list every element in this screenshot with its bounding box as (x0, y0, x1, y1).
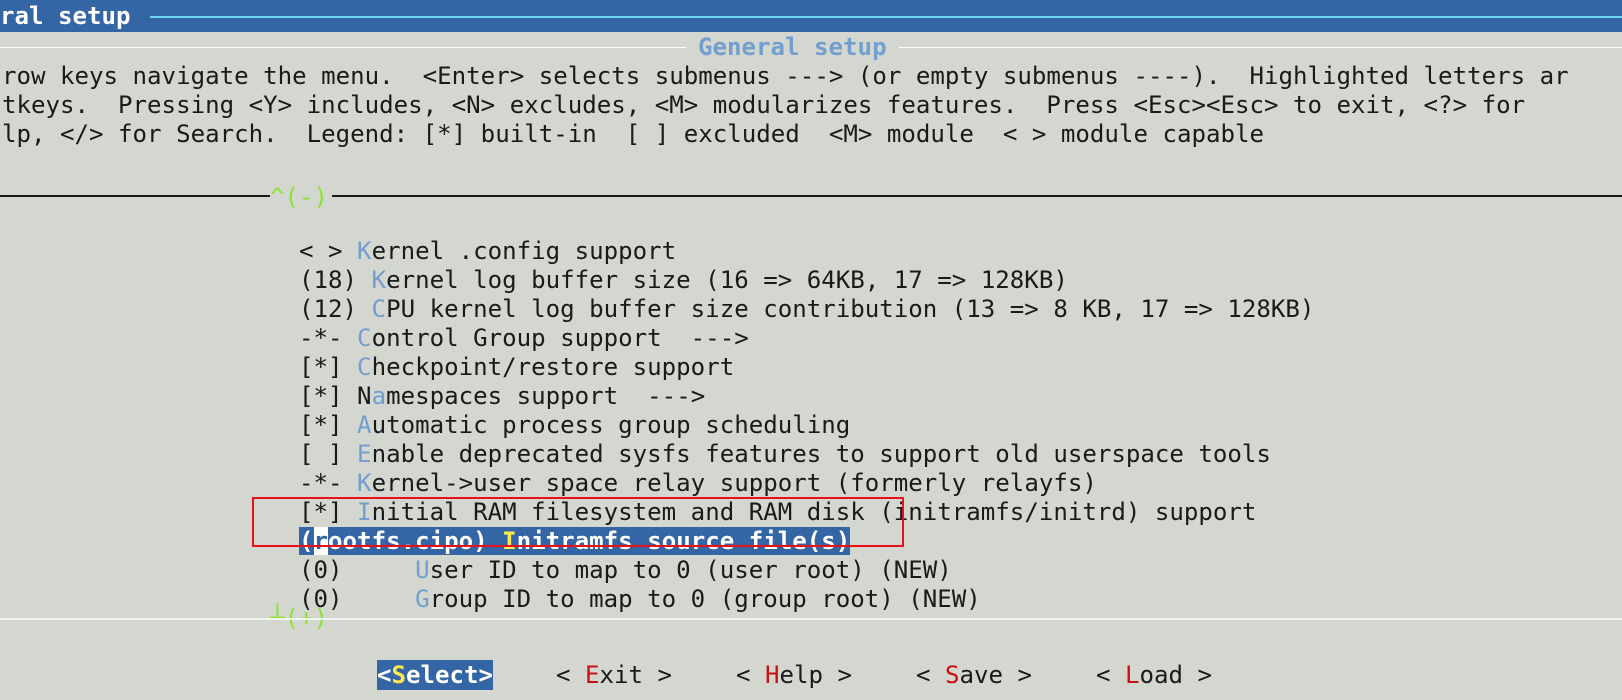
button-label: elect> (406, 661, 494, 689)
button-hotkey: L (1125, 661, 1140, 689)
button-bracket: < (916, 661, 946, 689)
menu-item-group-id-map[interactable]: (0) Group ID to map to 0 (group root) (N… (270, 554, 981, 613)
button-label: ave > (959, 661, 1033, 689)
dialog-title: General setup (686, 32, 899, 62)
menu-item-namespaces-support[interactable]: [*] Namespaces support ---> (270, 351, 705, 410)
load-button[interactable]: < Load > (1096, 660, 1212, 690)
menu-item-deprecated-sysfs[interactable]: [ ] Enable deprecated sysfs features to … (270, 409, 1271, 468)
help-text-line: lp, </> for Search. Legend: [*] built-in… (2, 120, 1264, 148)
menu-list-top-border (0, 195, 1622, 197)
menu-item-label: roup ID to map to 0 (group root) (NEW) (429, 585, 981, 613)
menu-item-autogroup-scheduling[interactable]: [*] Automatic process group scheduling (270, 380, 850, 439)
exit-button[interactable]: < Exit > (556, 660, 672, 690)
menu-item-hotkey: G (415, 585, 430, 613)
help-text-line: tkeys. Pressing <Y> includes, <N> exclud… (2, 91, 1526, 119)
menu-item-control-group-support[interactable]: -*- Control Group support ---> (270, 293, 749, 352)
button-bracket: < (556, 661, 586, 689)
menu-item-kernel-log-buffer-size[interactable]: (18) Kernel log buffer size (16 => 64KB,… (270, 235, 1068, 294)
button-label: oad > (1139, 661, 1213, 689)
button-hotkey: E (585, 661, 600, 689)
save-button[interactable]: < Save > (916, 660, 1032, 690)
help-text-line: row keys navigate the menu. <Enter> sele… (2, 62, 1569, 90)
button-bracket: < (736, 661, 766, 689)
button-hotkey: H (765, 661, 780, 689)
menu-item-kernel-config-support[interactable]: < > Kernel .config support (270, 206, 676, 265)
menu-item-relay-support[interactable]: -*- Kernel->user space relay support (fo… (270, 438, 1097, 497)
title-bar-rule (150, 16, 1622, 18)
window-title: ral setup (0, 2, 131, 30)
button-label: xit > (599, 661, 673, 689)
menu-item-cpu-log-buffer-size[interactable]: (12) CPU kernel log buffer size contribu… (270, 264, 1314, 323)
menu-item-checkpoint-restore[interactable]: [*] Checkpoint/restore support (270, 322, 734, 381)
menu-item-initramfs-support[interactable]: [*] Initial RAM filesystem and RAM disk … (270, 467, 1256, 526)
button-bracket: < (377, 661, 392, 689)
menu-list-bottom-border (0, 618, 1622, 620)
select-button[interactable]: <Select> (377, 660, 494, 690)
button-hotkey: S (945, 661, 960, 689)
help-button[interactable]: < Help > (736, 660, 852, 690)
button-bracket: < (1096, 661, 1126, 689)
annotation-highlight-box (252, 497, 904, 547)
button-hotkey: S (391, 661, 407, 689)
button-label: elp > (779, 661, 853, 689)
